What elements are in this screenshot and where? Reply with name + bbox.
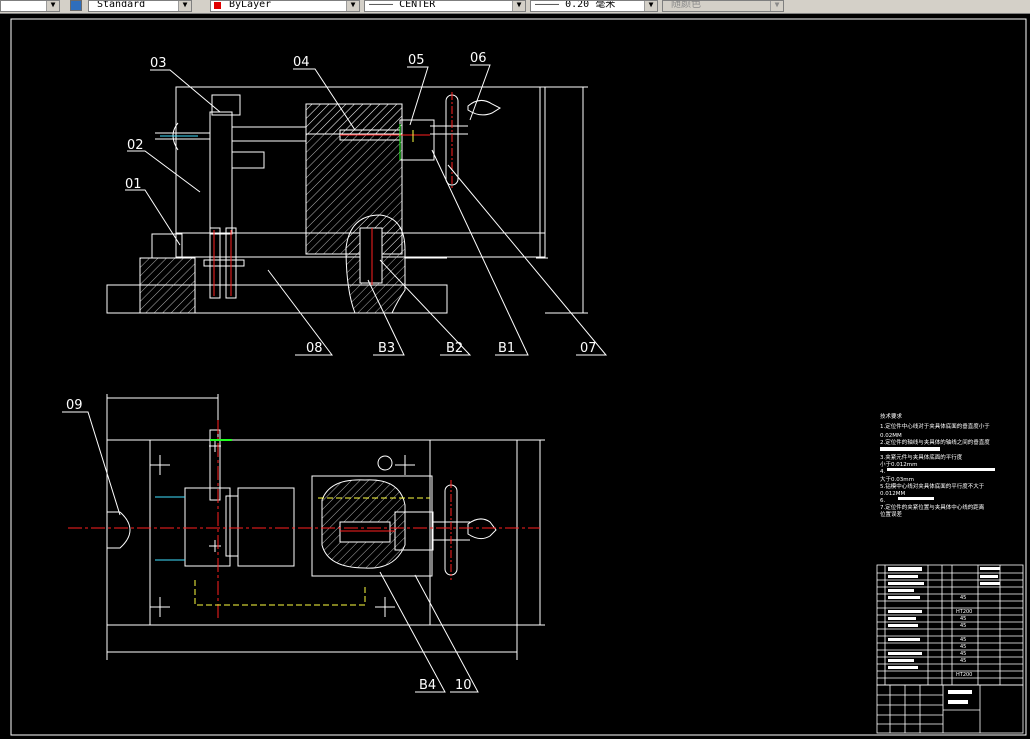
note-line-7: 大于0.03mm bbox=[880, 475, 914, 483]
dropdown-arrow-icon: ▼ bbox=[346, 1, 359, 11]
label-03: 03 bbox=[150, 56, 167, 71]
note-line-8: 5.钻模中心线对夹具体底面的平行度不大于 bbox=[880, 482, 985, 490]
label-09: 09 bbox=[66, 398, 83, 413]
technical-notes: 技术要求 1.定位件中心线对于夹具体底面的垂直度小于 0.02MM 2.定位件的… bbox=[880, 412, 995, 518]
label-02: 02 bbox=[127, 138, 144, 153]
layer-color-swatch bbox=[214, 2, 221, 9]
note-line-10: 6. bbox=[880, 498, 885, 504]
lineweight-value: ———— 0.20 毫米 bbox=[535, 0, 616, 10]
label-05: 05 bbox=[408, 53, 425, 68]
linetype-value: ———— CENTER bbox=[369, 0, 436, 10]
dropdown-arrow-icon: ▼ bbox=[644, 1, 657, 11]
top-leaders bbox=[62, 411, 479, 693]
note-line-5: 小于0.012mm bbox=[880, 460, 917, 468]
drawing-canvas[interactable]: 01 02 03 04 05 06 08 B3 B2 B1 07 09 B4 1… bbox=[0, 14, 1030, 739]
bom-material: 45 bbox=[960, 616, 966, 622]
front-view bbox=[106, 86, 588, 314]
note-line-3: 2.定位件的轴线与夹具体的轴线之间的垂直度 bbox=[880, 438, 990, 446]
top-view-accents bbox=[68, 420, 540, 620]
label-04: 04 bbox=[293, 55, 310, 70]
note-line-12: 位置误差 bbox=[880, 510, 903, 518]
label-b2: B2 bbox=[446, 341, 463, 356]
drawing-frame bbox=[10, 18, 1027, 736]
cad-drawing[interactable]: 01 02 03 04 05 06 08 B3 B2 B1 07 09 B4 1… bbox=[0, 14, 1030, 739]
title-block-fills bbox=[888, 567, 1000, 704]
label-06: 06 bbox=[470, 51, 487, 66]
text-style-combo[interactable]: Standard ▼ bbox=[88, 0, 192, 12]
color-combo[interactable]: ByLayer ▼ bbox=[210, 0, 360, 12]
bom-material: HT200 bbox=[956, 609, 972, 615]
note-line-11: 7.定位件的夹紧位置与夹具体中心线的距离 bbox=[880, 503, 985, 511]
label-07: 07 bbox=[580, 341, 597, 356]
top-view bbox=[106, 394, 545, 660]
note-line-9: 0.012MM bbox=[880, 491, 905, 497]
dropdown-arrow-icon: ▼ bbox=[46, 1, 59, 11]
plotstyle-value: 随颜色 bbox=[671, 0, 701, 10]
bom-material: 45 bbox=[960, 644, 966, 650]
label-10: 10 bbox=[455, 678, 472, 693]
bom-material: 45 bbox=[960, 651, 966, 657]
note-line-2: 0.02MM bbox=[880, 433, 902, 439]
linetype-combo[interactable]: ———— CENTER ▼ bbox=[364, 0, 526, 12]
bom-material: 45 bbox=[960, 637, 966, 643]
dropdown-arrow-icon: ▼ bbox=[770, 1, 783, 11]
note-line-1: 1.定位件中心线对于夹具体底面的垂直度小于 bbox=[880, 422, 990, 430]
note-line-6: 4. bbox=[880, 469, 885, 475]
color-value: ByLayer bbox=[229, 0, 272, 10]
text-style-value: Standard bbox=[97, 0, 146, 10]
notes-title: 技术要求 bbox=[880, 412, 903, 420]
label-b4: B4 bbox=[419, 678, 436, 693]
note-line-4: 3.夹紧元件与夹具体底面的平行度 bbox=[880, 453, 963, 461]
label-b1: B1 bbox=[498, 341, 515, 356]
bom-material: HT200 bbox=[956, 672, 972, 678]
dropdown-arrow-icon: ▼ bbox=[178, 1, 191, 11]
properties-toolbar: ▼ Standard ▼ ByLayer ▼ ———— CENTER ▼ ———— 0… bbox=[0, 0, 1030, 14]
text-style-icon[interactable] bbox=[70, 0, 82, 11]
dropdown-arrow-icon: ▼ bbox=[512, 1, 525, 11]
plotstyle-combo: 随颜色 ▼ bbox=[662, 0, 784, 12]
bom-materials: 45 HT200 45 45 45 45 45 45 HT200 bbox=[956, 595, 972, 678]
label-08: 08 bbox=[306, 341, 323, 356]
bom-material: 45 bbox=[960, 658, 966, 664]
label-b3: B3 bbox=[378, 341, 395, 356]
bom-material: 45 bbox=[960, 623, 966, 629]
top-labels: 09 B4 10 bbox=[66, 398, 472, 693]
previous-combo[interactable]: ▼ bbox=[0, 0, 60, 12]
lineweight-combo[interactable]: ———— 0.20 毫米 ▼ bbox=[530, 0, 658, 12]
label-01: 01 bbox=[125, 177, 142, 192]
bom-material: 45 bbox=[960, 595, 966, 601]
